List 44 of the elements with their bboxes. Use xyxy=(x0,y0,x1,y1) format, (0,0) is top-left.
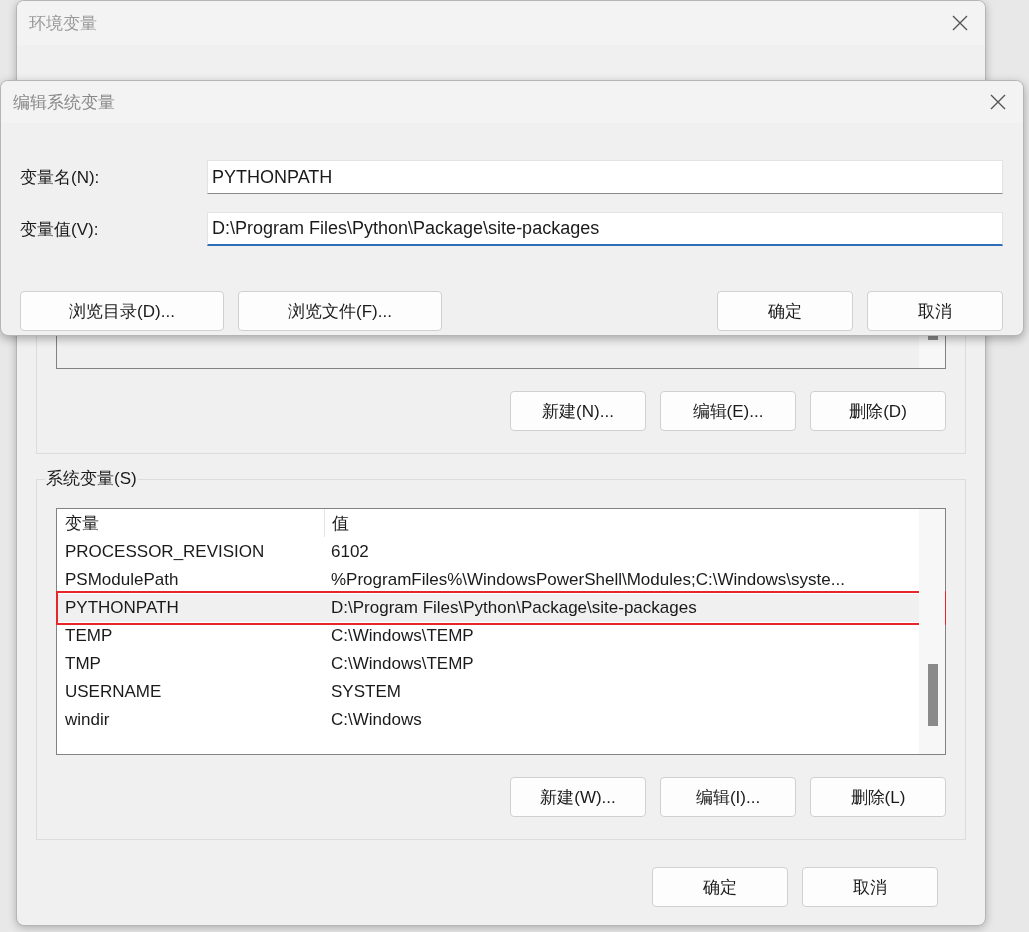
scrollbar[interactable] xyxy=(919,509,945,754)
variable-value: C:\Windows\TEMP xyxy=(330,654,474,674)
input-field[interactable]: PYTHONPATH xyxy=(207,160,1003,194)
column-header[interactable]: 值 xyxy=(325,511,349,535)
variable-name: windir xyxy=(64,710,111,730)
list-button[interactable]: 删除(L) xyxy=(810,777,946,817)
close-icon[interactable] xyxy=(951,14,969,32)
dialog-button[interactable]: 取消 xyxy=(867,291,1003,331)
list-button[interactable]: 编辑(E)... xyxy=(660,391,796,431)
variable-name: PROCESSOR_REVISION xyxy=(64,542,266,562)
variable-value: SYSTEM xyxy=(330,682,401,702)
list-button[interactable]: 新建(N)... xyxy=(510,391,646,431)
close-icon[interactable] xyxy=(989,93,1007,111)
variable-value: C:\Windows xyxy=(330,710,422,730)
list-button[interactable]: 新建(W)... xyxy=(510,777,646,817)
dialog-button[interactable]: 取消 xyxy=(802,867,938,907)
dialog-button[interactable]: 确定 xyxy=(652,867,788,907)
window-title: 环境变量 xyxy=(29,12,97,35)
field-label: 变量值(V): xyxy=(20,218,100,241)
variable-name: TEMP xyxy=(64,626,114,646)
table-row[interactable]: TEMP C:\Windows\TEMP xyxy=(57,622,919,650)
dialog-button[interactable]: 确定 xyxy=(717,291,853,331)
list-button[interactable]: 删除(D) xyxy=(810,391,946,431)
variable-value: 6102 xyxy=(330,542,369,562)
variable-name: PYTHONPATH xyxy=(64,598,180,618)
table-row[interactable]: PSModulePath %ProgramFiles%\WindowsPowerShell\Modules;C:\Windows\syste... xyxy=(57,566,919,594)
table-row[interactable]: PROCESSOR_REVISION 6102 xyxy=(57,538,919,566)
variable-name: PSModulePath xyxy=(64,570,180,590)
browse-button[interactable]: 浏览目录(D)... xyxy=(20,291,224,331)
group-label: 系统变量(S) xyxy=(45,467,138,490)
list-button[interactable]: 编辑(I)... xyxy=(660,777,796,817)
dialog-title: 编辑系统变量 xyxy=(13,91,115,114)
browse-button[interactable]: 浏览文件(F)... xyxy=(238,291,442,331)
input-field[interactable]: D:\Program Files\Python\Package\site-packages xyxy=(207,212,1003,246)
column-header[interactable]: 变量 xyxy=(57,509,325,537)
variable-value: D:\Program Files\Python\Package\site-packages xyxy=(330,598,697,618)
variable-name: USERNAME xyxy=(64,682,163,702)
variable-value: C:\Windows\TEMP xyxy=(330,626,474,646)
field-label: 变量名(N): xyxy=(20,166,101,189)
variable-value: %ProgramFiles%\WindowsPowerShell\Modules;C:\Windows\syste... xyxy=(330,570,845,590)
table-row[interactable]: TMP C:\Windows\TEMP xyxy=(57,650,919,678)
table-row[interactable]: windir C:\Windows xyxy=(57,706,919,734)
variable-name: TMP xyxy=(64,654,102,674)
table-row[interactable]: USERNAME SYSTEM xyxy=(57,678,919,706)
